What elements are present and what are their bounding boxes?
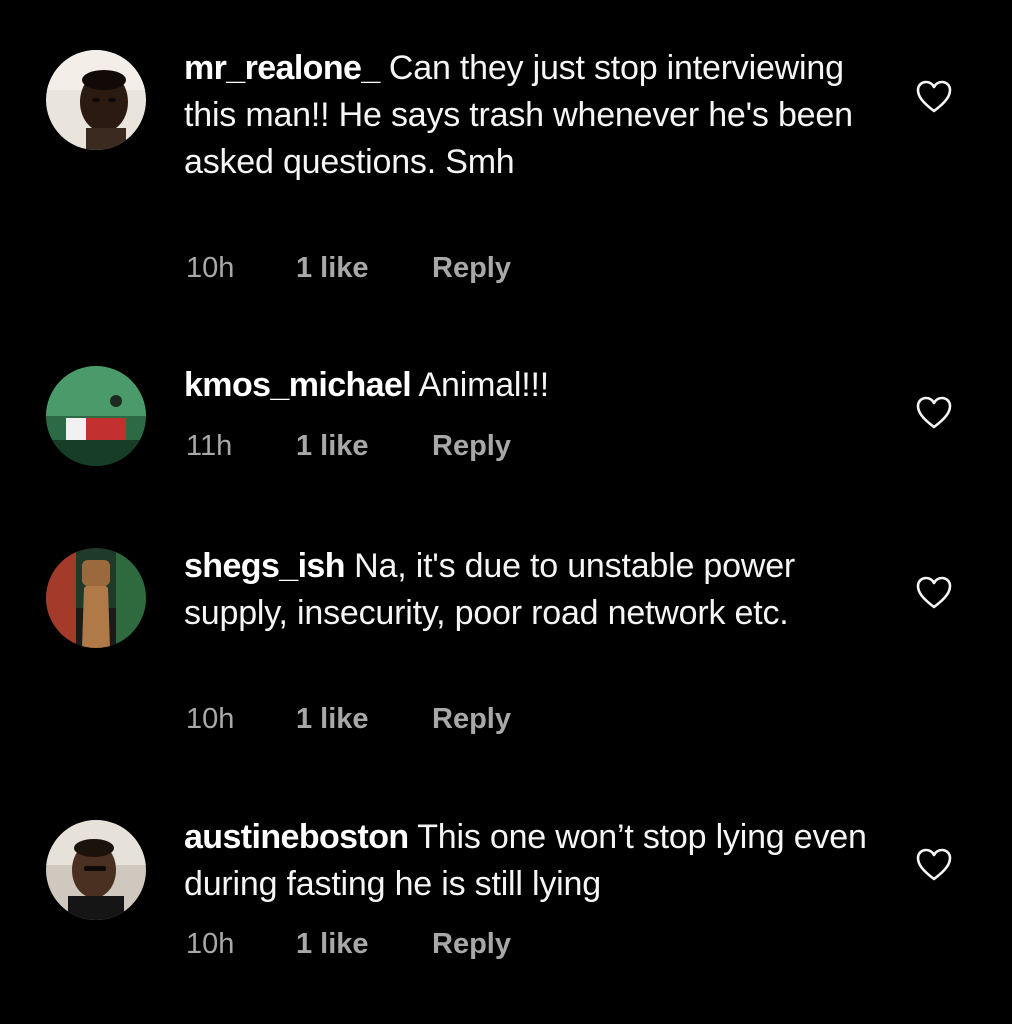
- avatar-photo-icon: [46, 50, 146, 150]
- comment-text-block: shegs_ish Na, it's due to unstable power…: [184, 543, 884, 637]
- comment-body: Animal!!!: [418, 366, 550, 404]
- comment-time: 10h: [186, 252, 235, 284]
- like-heart-icon[interactable]: [916, 576, 952, 610]
- like-heart-icon[interactable]: [916, 848, 952, 882]
- avatar[interactable]: [46, 820, 146, 920]
- comment-text-block: kmos_michael Animal!!!: [184, 362, 884, 409]
- reply-button[interactable]: Reply: [432, 924, 511, 964]
- avatar-photo-icon: [46, 366, 146, 466]
- avatar[interactable]: [46, 548, 146, 648]
- comment-like-count[interactable]: 1 like: [296, 426, 369, 466]
- avatar[interactable]: [46, 50, 146, 150]
- comment-time: 10h: [186, 703, 235, 735]
- comment-text-block: mr_realone_ Can they just stop interview…: [184, 45, 884, 186]
- avatar-photo-icon: [46, 548, 146, 648]
- comment-time: 10h: [186, 928, 235, 960]
- comment-like-count[interactable]: 1 like: [296, 924, 369, 964]
- reply-button[interactable]: Reply: [432, 426, 511, 466]
- comment-text-block: austineboston This one won’t stop lying …: [184, 814, 884, 908]
- like-heart-icon[interactable]: [916, 80, 952, 114]
- avatar-photo-icon: [46, 820, 146, 920]
- comment-username[interactable]: kmos_michael: [184, 366, 412, 404]
- comment-time: 11h: [186, 430, 233, 462]
- reply-button[interactable]: Reply: [432, 248, 511, 288]
- reply-button[interactable]: Reply: [432, 699, 511, 739]
- comment-like-count[interactable]: 1 like: [296, 699, 369, 739]
- comment-username[interactable]: shegs_ish: [184, 547, 346, 585]
- avatar[interactable]: [46, 366, 146, 466]
- comment-username[interactable]: mr_realone_: [184, 49, 380, 87]
- like-heart-icon[interactable]: [916, 396, 952, 430]
- comment-username[interactable]: austineboston: [184, 818, 409, 856]
- comment-like-count[interactable]: 1 like: [296, 248, 369, 288]
